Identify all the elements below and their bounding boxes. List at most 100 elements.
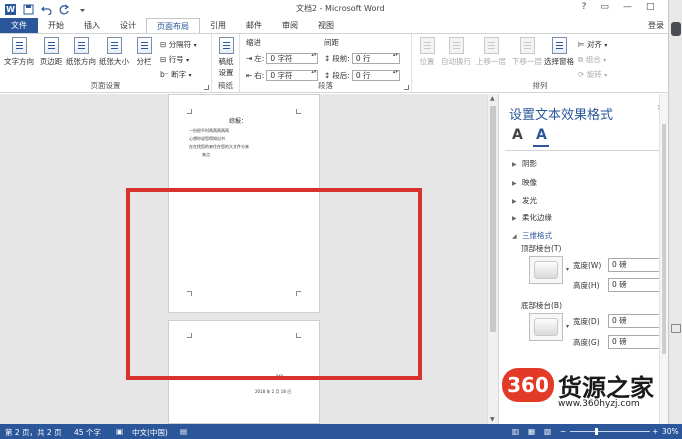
rotate-icon: ⟳ [578,70,585,79]
manuscript-settings-button[interactable]: 稿纸 设置 [215,37,237,78]
section-glow-label: 发光 [522,196,537,205]
paragraph-group: 缩进 间距 ⇥ 左: 0 字符 ⇤ 右: 0 字符 ↕ 段前: 0 行 ↕ 段后… [240,34,412,92]
top-bevel-picker[interactable]: ▾ [529,256,569,284]
bring-forward-button[interactable]: 上移一层 [474,37,508,67]
position-button[interactable]: 位置 [416,37,438,67]
tab-review[interactable]: 审阅 [272,18,308,33]
size-button[interactable]: 纸张大小 [98,37,130,67]
top-bevel-height-input[interactable]: 0 磅 [608,278,663,292]
hyphenation-button[interactable]: b⁻ 断字 [160,69,192,80]
zoom-slider[interactable] [570,431,650,432]
redo-icon[interactable] [59,4,70,15]
section-3d-format[interactable]: ◢ 三维格式 [512,230,552,241]
line-numbers-button[interactable]: ⊟ 行号 [160,54,189,65]
print-layout-icon[interactable]: ▦ [528,427,535,436]
help-button[interactable]: ? [582,2,587,12]
folder-icon[interactable] [671,324,681,333]
margins-button[interactable]: 页边距 [37,37,65,67]
zoom-level[interactable]: 30% [662,427,679,436]
hyphenation-label: 断字 [171,70,187,79]
tab-insert[interactable]: 插入 [74,18,110,33]
indent-left-input[interactable]: 0 字符 [266,53,319,64]
minimize-button[interactable]: — [623,2,632,12]
indent-left-icon: ⇥ [246,54,253,63]
tab-home[interactable]: 开始 [38,18,74,33]
web-layout-icon[interactable]: ▧ [544,427,551,436]
section-shadow[interactable]: ▶ 阴影 [512,158,537,169]
tab-references[interactable]: 引用 [200,18,236,33]
bring-forward-icon [483,37,499,54]
rotate-button[interactable]: ⟳ 旋转 [578,69,607,80]
text-effects-tab[interactable]: A [536,127,547,143]
crop-mark [187,109,192,114]
paragraph-launcher-icon[interactable] [404,85,409,90]
arrange-group: 位置 自动换行 上移一层 下移一层 选择窗格 ⊨ 对齐 ⧉ 组合 ⟳ 旋转 [412,34,668,92]
page-setup-label: 页面设置 [90,81,121,90]
section-glow[interactable]: ▶ 发光 [512,195,537,206]
spacing-title: 间距 [324,38,339,47]
scrollbar-thumb[interactable] [490,106,496,332]
wrap-text-button[interactable]: 自动换行 [440,37,472,67]
hyphenation-icon: b⁻ [160,70,169,79]
word-count[interactable]: 45 个字 [74,427,101,438]
orientation-button[interactable]: 纸张方向 [66,37,96,67]
document-scrollbar[interactable]: ▲ ▼ [487,94,498,424]
bottom-bevel-width-input[interactable]: 0 磅 [608,314,663,328]
macro-icon[interactable]: ▤ [180,427,187,436]
tab-page-layout[interactable]: 页面布局 [146,18,200,33]
bottom-bevel-height-input[interactable]: 0 磅 [608,335,663,349]
tab-mailings[interactable]: 邮件 [236,18,272,33]
rotate-label: 旋转 [586,70,602,79]
scroll-up-icon[interactable]: ▲ [490,95,495,102]
window-title: 文档2 - Microsoft Word [296,4,385,13]
section-soft-edges[interactable]: ▶ 柔化边缘 [512,212,552,223]
title-bar: W 文档2 - Microsoft Word ? ▭ — □ ✕ [0,0,682,18]
send-backward-button[interactable]: 下移一层 [510,37,544,67]
section-reflection[interactable]: ▶ 映像 [512,177,537,188]
manuscript-label-2: 设置 [218,68,234,77]
breaks-button[interactable]: ⊟ 分隔符 [160,39,197,50]
ribbon-display-button[interactable]: ▭ [600,2,609,12]
tab-design[interactable]: 设计 [110,18,146,33]
language-status[interactable]: 中文(中国) [132,427,168,438]
zoom-out-icon[interactable]: − [560,427,566,436]
group-label: 组合 [585,55,601,64]
zoom-slider-knob[interactable] [595,428,598,435]
columns-button[interactable]: 分栏 [134,37,154,67]
word-logo-icon: W [5,3,16,15]
zoom-in-icon[interactable]: + [652,427,658,436]
text-fill-outline-tab[interactable]: A [512,127,523,143]
undo-icon[interactable] [41,4,52,16]
customize-icon[interactable] [77,4,88,15]
text-direction-button[interactable]: 文字方向 [4,37,34,67]
read-mode-icon[interactable]: ▥ [512,427,519,436]
space-before-icon: ↕ [324,54,331,63]
tab-view[interactable]: 视图 [308,18,344,33]
pane-scrollbar-thumb[interactable] [662,124,666,354]
side-app-icon[interactable] [671,22,681,36]
login-link[interactable]: 登录 [648,18,664,33]
chevron-down-icon: ▾ [565,266,569,273]
selection-pane-icon [551,37,567,54]
send-backward-label: 下移一层 [512,57,542,66]
page-setup-launcher-icon[interactable] [204,85,209,90]
tab-file[interactable]: 文件 [0,18,38,33]
section-shadow-label: 阴影 [522,159,537,168]
bring-forward-label: 上移一层 [476,57,506,66]
watermark-url: www.360hyzj.com [558,399,640,409]
space-before-input[interactable]: 0 行 [351,53,400,64]
maximize-button[interactable]: □ [646,2,655,12]
proofing-icon[interactable]: ▣ [116,427,123,436]
bottom-bevel-picker[interactable]: ▾ [529,313,569,341]
breaks-icon: ⊟ [160,40,167,49]
page-count[interactable]: 第 2 页，共 2 页 [5,427,62,438]
section-reflection-label: 映像 [522,178,537,187]
bottom-bevel-width-label: 宽度(D) [573,317,600,326]
top-bevel-width-input[interactable]: 0 磅 [608,258,663,272]
side-strip [668,0,682,424]
group-button[interactable]: ⧉ 组合 [578,54,606,65]
save-icon[interactable] [23,4,34,15]
align-button[interactable]: ⊨ 对齐 [578,39,607,50]
selection-pane-button[interactable]: 选择窗格 [544,37,574,67]
scroll-down-icon[interactable]: ▼ [490,416,495,423]
